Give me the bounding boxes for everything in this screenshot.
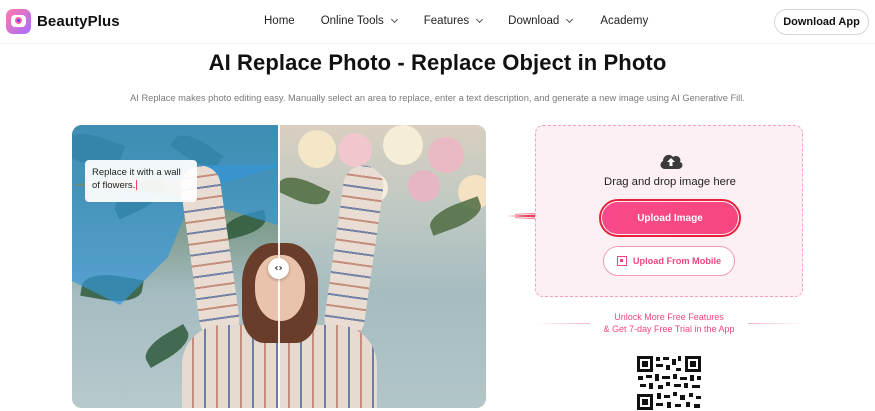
flower-decoration — [428, 137, 464, 173]
nav-item-features[interactable]: Features — [423, 15, 484, 27]
nav-item-label: Online Tools — [320, 15, 384, 27]
nav-item-label: Features — [423, 15, 470, 27]
nav-item-label: Home — [264, 15, 295, 27]
nav-item-label: Download — [508, 15, 560, 27]
prompt-bubble: Replace it with a wall of flowers. — [85, 160, 197, 202]
flower-decoration — [338, 133, 372, 167]
nav-item-label: Academy — [600, 15, 649, 27]
selection-mask — [72, 185, 192, 305]
before-after-demo-image: ‹› Replace it with a wall of flowers. — [72, 125, 486, 408]
upload-dropzone[interactable]: Drag and drop image here Upload Image Up… — [535, 125, 803, 297]
chevron-down-icon — [390, 15, 398, 24]
nav-item-download[interactable]: Download — [508, 15, 574, 27]
flower-decoration — [408, 170, 440, 202]
main-nav: Home Online Tools Features Download Acad… — [264, 15, 648, 27]
upload-from-mobile-button[interactable]: Upload From Mobile — [603, 246, 735, 276]
flower-decoration — [383, 125, 423, 165]
beautyplus-logo-icon — [6, 9, 31, 34]
download-app-button[interactable]: Download App — [774, 9, 869, 35]
upload-image-button[interactable]: Upload Image — [602, 202, 738, 234]
brand-logo-link[interactable]: BeautyPlus — [6, 9, 120, 34]
cloud-upload-icon — [660, 154, 683, 169]
nav-item-online-tools[interactable]: Online Tools — [320, 15, 398, 27]
page-title: AI Replace Photo - Replace Object in Pho… — [208, 50, 667, 75]
site-header: BeautyPlus Home Online Tools Features Do… — [0, 0, 875, 44]
text-cursor-icon — [136, 180, 138, 191]
compare-slider-handle[interactable]: ‹› — [268, 258, 289, 279]
nav-item-academy[interactable]: Academy — [600, 15, 648, 27]
chevron-down-icon — [566, 15, 574, 24]
page-subtitle: AI Replace makes photo editing easy. Man… — [130, 93, 745, 103]
nav-item-home[interactable]: Home — [264, 15, 295, 27]
promo-line-1: Unlock More Free Features — [614, 312, 724, 322]
app-download-qr-code[interactable] — [636, 355, 702, 411]
chevron-down-icon — [476, 15, 484, 24]
brand-name: BeautyPlus — [37, 13, 120, 30]
leaf-decoration — [425, 196, 486, 236]
flower-decoration — [298, 130, 336, 168]
drag-drop-label: Drag and drop image here — [604, 176, 736, 188]
arrows-horizontal-icon: ‹› — [274, 263, 283, 274]
promo-line-2: & Get 7-day Free Trial in the App — [603, 324, 735, 334]
upload-from-mobile-label: Upload From Mobile — [632, 256, 722, 266]
leaf-decoration — [278, 170, 331, 212]
qr-code-icon — [616, 256, 627, 266]
